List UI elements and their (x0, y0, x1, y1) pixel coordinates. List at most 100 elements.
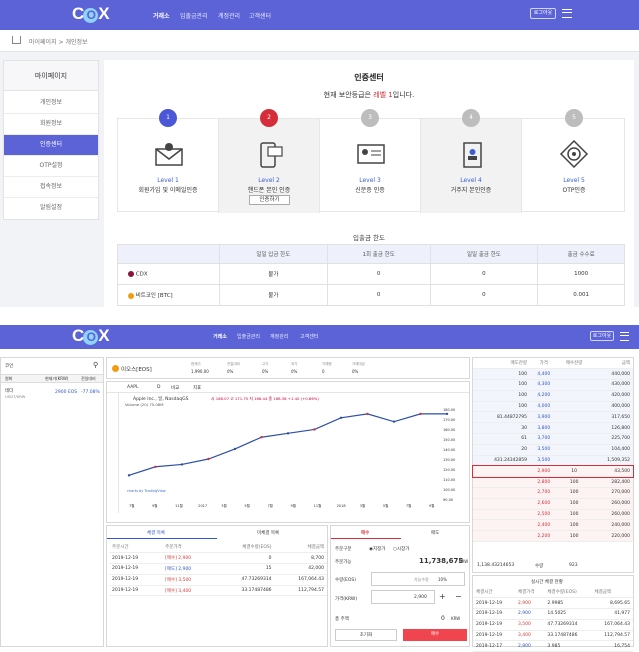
chart-symbol[interactable]: AAPL (127, 385, 139, 390)
order-type-market[interactable]: ○시장가 (393, 546, 409, 552)
table-row[interactable]: 100 4,000 400,000 (473, 401, 633, 413)
price-chart[interactable] (121, 404, 451, 504)
reset-button[interactable]: 초기화 (335, 629, 397, 641)
order-type-limit[interactable]: ◉지정가 (369, 546, 385, 552)
sidebar-item-member[interactable]: 회원정보 (4, 114, 98, 135)
limits-cell: 0 (326, 263, 431, 285)
x-tick-label: 3월 (359, 504, 366, 508)
sidebar-item-profile[interactable]: 개인정보 (4, 93, 98, 114)
recent-qty: 33.17487486 (544, 630, 592, 642)
coin-tab-change[interactable]: 전일대비 (81, 376, 96, 382)
trade-logo[interactable]: COX (72, 326, 110, 346)
y-tick-label: 120.00 (443, 468, 456, 472)
table-row[interactable]: 2,800 100 282,400 (473, 476, 633, 489)
level-1-number: 1 (159, 109, 177, 127)
total-label: 총 주액 (335, 617, 349, 622)
breadcrumb: 마이페이지 > 개인정보 (0, 30, 639, 52)
sidebar-item-alerts[interactable]: 알림설정 (4, 198, 98, 219)
tab-unfilled[interactable]: 미체결 목록 (257, 530, 279, 536)
nav-exchange[interactable]: 거래소 (153, 11, 170, 20)
nav-deposit[interactable]: 입출금관리 (180, 11, 208, 20)
table-row[interactable]: 2,600 100 260,000 (473, 498, 633, 510)
table-row: 2019-12-19 3,500 47.73269314 167,064.43 (473, 619, 633, 631)
search-icon[interactable]: ⚲ (93, 361, 98, 369)
ob-bid-qty: 100 (557, 519, 591, 532)
limits-table: 일일 입금 한도 1회 출금 한도 일일 출금 한도 출금 수수료 CDX 불가… (117, 244, 625, 306)
table-row[interactable]: 2,500 100 260,000 (473, 509, 633, 521)
recent-price: 2,900 (514, 608, 545, 620)
qty-label: 수량(EOS) (335, 578, 357, 583)
order-panel: 매수 매도 주문구분 ◉지정가 ○시장가 주문가능 11,738,675 KRW… (330, 525, 470, 647)
trade-nav-exchange[interactable]: 거래소 (213, 333, 227, 340)
recent-time: 2019-12-19 (473, 608, 515, 620)
ob-ask-qty: 61 (473, 433, 530, 445)
price-input[interactable]: 2,900 (371, 590, 435, 604)
envelope-icon (155, 143, 183, 166)
table-row[interactable]: 30 3,800 126,800 (473, 422, 633, 435)
tab-fills[interactable]: 체결 목록 (147, 530, 165, 536)
level-2-title: Level 2 (258, 177, 280, 184)
table-row[interactable]: 100 4,200 420,000 (473, 390, 633, 402)
home-icon[interactable] (12, 36, 21, 44)
level-3-number: 3 (361, 109, 379, 127)
trade-nav-account[interactable]: 계정관리 (270, 333, 288, 340)
limits-cell: 불가 (219, 263, 328, 285)
fills-header: 주문가격 (162, 542, 216, 554)
ticker-name: 이오스[EOS] (121, 367, 152, 373)
level-3-desc: 신분증 인증 (355, 187, 385, 194)
coin-tab-price[interactable]: 현재가(KRW) (45, 376, 68, 382)
qty-max-button[interactable]: 가능수량 (414, 577, 429, 583)
table-row[interactable]: 2,700 100 270,000 (473, 487, 633, 499)
recent-header: 체결금액 (591, 587, 633, 599)
level-3: 3 Level 3 신분증 인증 (320, 109, 421, 213)
stat-label: 거래량 (322, 362, 332, 366)
table-row[interactable]: 2,900 10 43,500 (472, 464, 634, 478)
limits-cell: 0 (326, 284, 431, 306)
chart-interval[interactable]: D (157, 385, 160, 390)
ob-bid-qty (557, 422, 591, 435)
sidebar-item-access[interactable]: 접속정보 (4, 177, 98, 198)
logout-button[interactable]: 로그아웃 (530, 8, 556, 19)
sidebar-item-cert[interactable]: 인증센터 (4, 135, 98, 156)
recent-time: 2019-12-17 (473, 640, 515, 652)
qty-input[interactable]: 가능수량 10% (371, 572, 465, 586)
level-strip: 1 Level 1 회원가입 및 이메일인증 2 Level 2 핸드폰 본인 … (117, 109, 625, 213)
table-row[interactable]: 81.44872795 3,900 317,650 (473, 411, 633, 424)
nav-account[interactable]: 계정관리 (218, 11, 240, 20)
table-row[interactable]: 61 3,700 225,700 (473, 433, 633, 445)
trade-nav-support[interactable]: 고객센터 (300, 333, 318, 340)
chart-indicators[interactable]: 지표 (193, 385, 201, 391)
ob-bid-qty: 100 (557, 509, 591, 521)
table-row: 2019-12-19 [매수] 3,400 33.17487486 112,794.5… (109, 585, 327, 597)
sidebar-item-otp[interactable]: OTP설정 (4, 156, 98, 177)
verify-button[interactable]: 인증하기 (249, 195, 290, 205)
security-level-value: 레벨 1 (373, 91, 393, 99)
nav-support[interactable]: 고객센터 (249, 11, 271, 20)
price-value: 2,900 (414, 595, 427, 600)
tab-sell[interactable]: 매도 (431, 530, 439, 536)
price-plus-button[interactable]: + (439, 592, 446, 601)
table-row: 2019-12-19 [매수] 2,900 0 8,700 (109, 552, 327, 565)
table-row[interactable]: 2,400 100 240,000 (473, 519, 633, 532)
coin-tab-krw[interactable]: 원화 (5, 376, 12, 382)
trade-menu-icon[interactable] (620, 332, 629, 341)
table-row[interactable]: 100 4,400 440,000 (473, 368, 633, 381)
table-row[interactable]: 20 3,500 104,400 (473, 444, 633, 456)
limits-cell: 0.001 (537, 284, 625, 306)
ob-amount: 270,000 (590, 487, 633, 499)
y-tick-label: 170.00 (443, 418, 456, 422)
menu-icon[interactable] (562, 9, 572, 18)
table-row[interactable]: 2,200 100 220,000 (473, 530, 633, 543)
price-minus-button[interactable]: − (455, 592, 462, 601)
table-row[interactable]: 431.24342859 3,500 1,509,352 (473, 455, 633, 467)
buy-submit-button[interactable]: 매수 (403, 629, 467, 641)
trade-nav-deposit[interactable]: 입출금관리 (237, 333, 260, 340)
table-row[interactable]: 100 4,300 430,000 (473, 379, 633, 391)
logo[interactable]: COX (72, 4, 110, 24)
trade-logout-button[interactable]: 로그아웃 (590, 331, 614, 341)
qty-percent[interactable]: 10% (438, 577, 447, 582)
tab-buy[interactable]: 매수 (361, 530, 369, 536)
stat-label: 거래대금 (352, 362, 365, 366)
chart-compare[interactable]: 비교 (171, 385, 179, 391)
x-tick-label: 11월 (175, 504, 183, 508)
